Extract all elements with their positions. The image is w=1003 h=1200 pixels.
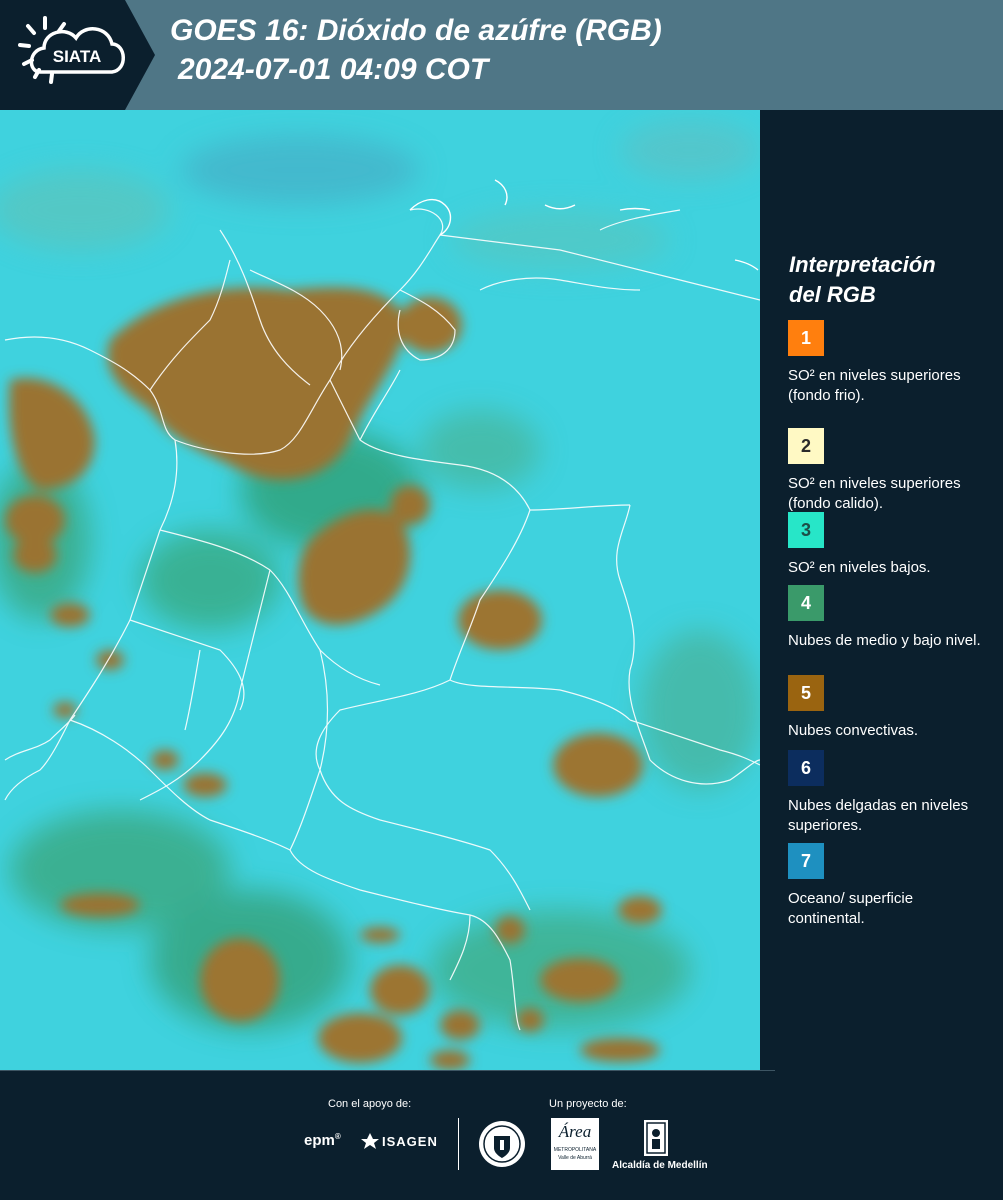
- legend-title-line2: del RGB: [789, 282, 876, 307]
- project-label: Un proyecto de:: [549, 1098, 627, 1110]
- legend-item-text: SO² en niveles superiores (fondo calido)…: [788, 475, 961, 512]
- legend-swatch: 1: [788, 320, 824, 356]
- legend-swatch: 7: [788, 843, 824, 879]
- medellin-seal-logo: [478, 1120, 526, 1173]
- footer-divider-line: [0, 1070, 775, 1071]
- legend-title-line1: Interpretación: [789, 252, 936, 277]
- isagen-logo-icon: [361, 1133, 379, 1149]
- legend-item-text: Nubes convectivas.: [788, 722, 919, 739]
- legend-swatch: 2: [788, 428, 824, 464]
- legend-item-text: Nubes delgadas en niveles superiores.: [788, 797, 969, 834]
- footer-separator: [458, 1118, 459, 1170]
- area-logo-sub2: Valle de Aburrá: [558, 1155, 592, 1161]
- epm-registered-mark: ®: [334, 1132, 341, 1141]
- area-logo-sub1: METROPOLITANA: [553, 1147, 597, 1153]
- alcaldia-label: Alcaldía de Medellín: [612, 1160, 708, 1171]
- legend-swatch: 6: [788, 750, 824, 786]
- legend-item-7: 7 Oceano/ superficie continental.: [788, 843, 993, 929]
- satellite-map[interactable]: [0, 110, 760, 1070]
- legend-item-4: 4 Nubes de medio y bajo nivel.: [788, 585, 993, 651]
- siata-logo: SIATA: [0, 0, 160, 110]
- legend-item-text: SO² en niveles superiores (fondo frio).: [788, 367, 961, 404]
- legend-swatch: 3: [788, 512, 824, 548]
- legend-item-text: SO² en niveles bajos.: [788, 559, 931, 576]
- support-label: Con el apoyo de:: [328, 1098, 412, 1110]
- epm-logo-text: epm: [304, 1132, 335, 1149]
- area-metropolitana-logo: Área METROPOLITANA Valle de Aburrá: [551, 1118, 599, 1170]
- page-subtitle-datetime: 2024-07-01 04:09 COT: [178, 53, 489, 86]
- legend-swatch: 4: [788, 585, 824, 621]
- legend-item-6: 6 Nubes delgadas en niveles superiores.: [788, 750, 993, 836]
- legend-item-5: 5 Nubes convectivas.: [788, 675, 993, 741]
- area-logo-title: Área: [558, 1122, 592, 1141]
- epm-logo: epm®: [304, 1132, 341, 1149]
- map-canvas: [0, 110, 760, 1070]
- page-title: GOES 16: Dióxido de azúfre (RGB): [170, 14, 662, 47]
- legend-swatch: 5: [788, 675, 824, 711]
- isagen-logo-text: ISAGEN: [382, 1133, 438, 1149]
- legend-title: Interpretación del RGB: [789, 250, 989, 310]
- legend-item-text: Oceano/ superficie continental.: [788, 890, 914, 927]
- footer: Con el apoyo de: Un proyecto de: epm® IS…: [0, 1070, 1003, 1200]
- header: SIATA GOES 16: Dióxido de azúfre (RGB) 2…: [0, 0, 1003, 110]
- alcaldia-shield-icon: [642, 1118, 670, 1163]
- legend-item-text: Nubes de medio y bajo nivel.: [788, 632, 981, 649]
- isagen-logo: ISAGEN: [360, 1132, 438, 1150]
- legend-panel: Interpretación del RGB 1 SO² en niveles s…: [760, 110, 1003, 1070]
- siata-logo-text: SIATA: [53, 47, 101, 66]
- legend-item-3: 3 SO² en niveles bajos.: [788, 512, 993, 578]
- legend-item-2: 2 SO² en niveles superiores (fondo calido…: [788, 428, 993, 514]
- legend-item-1: 1 SO² en niveles superiores (fondo frio).: [788, 320, 993, 406]
